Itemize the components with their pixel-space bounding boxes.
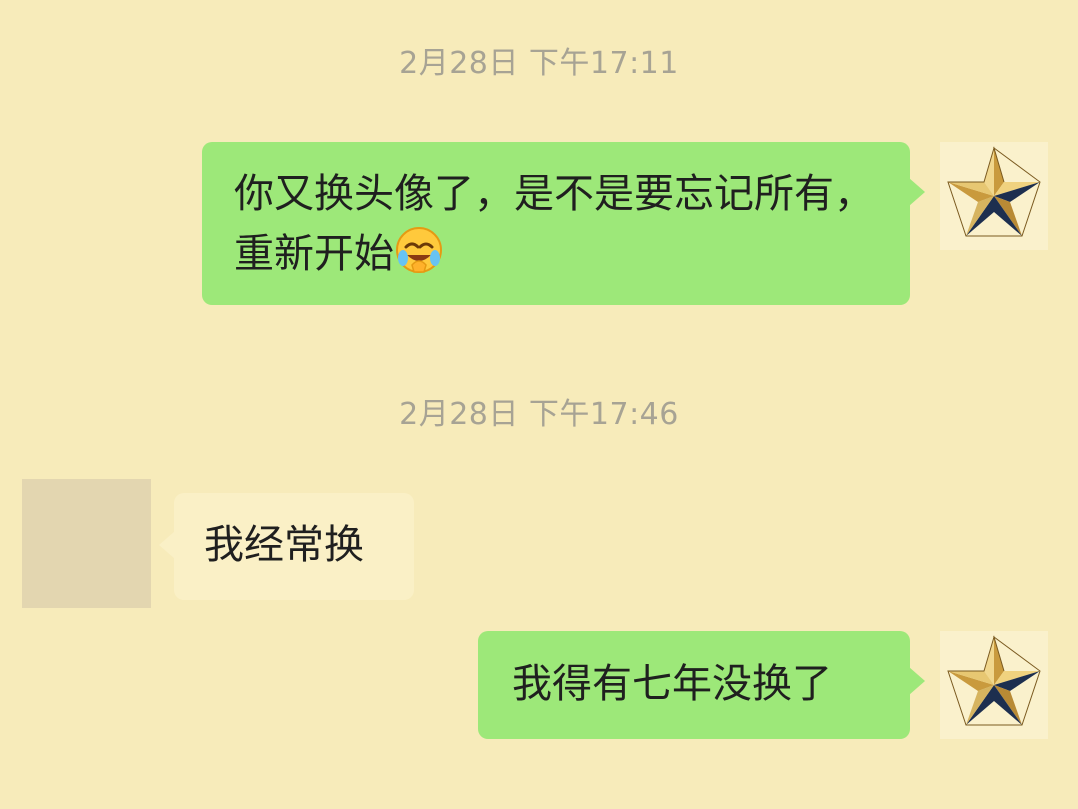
incoming-message-bubble[interactable]: 我经常换: [159, 493, 414, 600]
message-text: 我得有七年没换了: [512, 661, 832, 707]
laughing-crying-emoji-icon: [394, 225, 444, 275]
message-text: 你又换头像了，是不是要忘记所有，重新开始: [234, 171, 874, 277]
contact-avatar[interactable]: [22, 479, 151, 608]
message-text: 我经常换: [204, 522, 364, 568]
star-icon: [947, 635, 1041, 726]
my-avatar[interactable]: [940, 142, 1048, 250]
message-timestamp: 2月28日 下午17:11: [399, 46, 679, 81]
star-icon: [947, 146, 1041, 237]
outgoing-message-bubble[interactable]: 我得有七年没换了: [478, 631, 925, 739]
my-avatar[interactable]: [940, 631, 1048, 739]
message-timestamp: 2月28日 下午17:46: [399, 397, 679, 432]
outgoing-message-bubble[interactable]: 你又换头像了，是不是要忘记所有，重新开始: [202, 142, 925, 305]
